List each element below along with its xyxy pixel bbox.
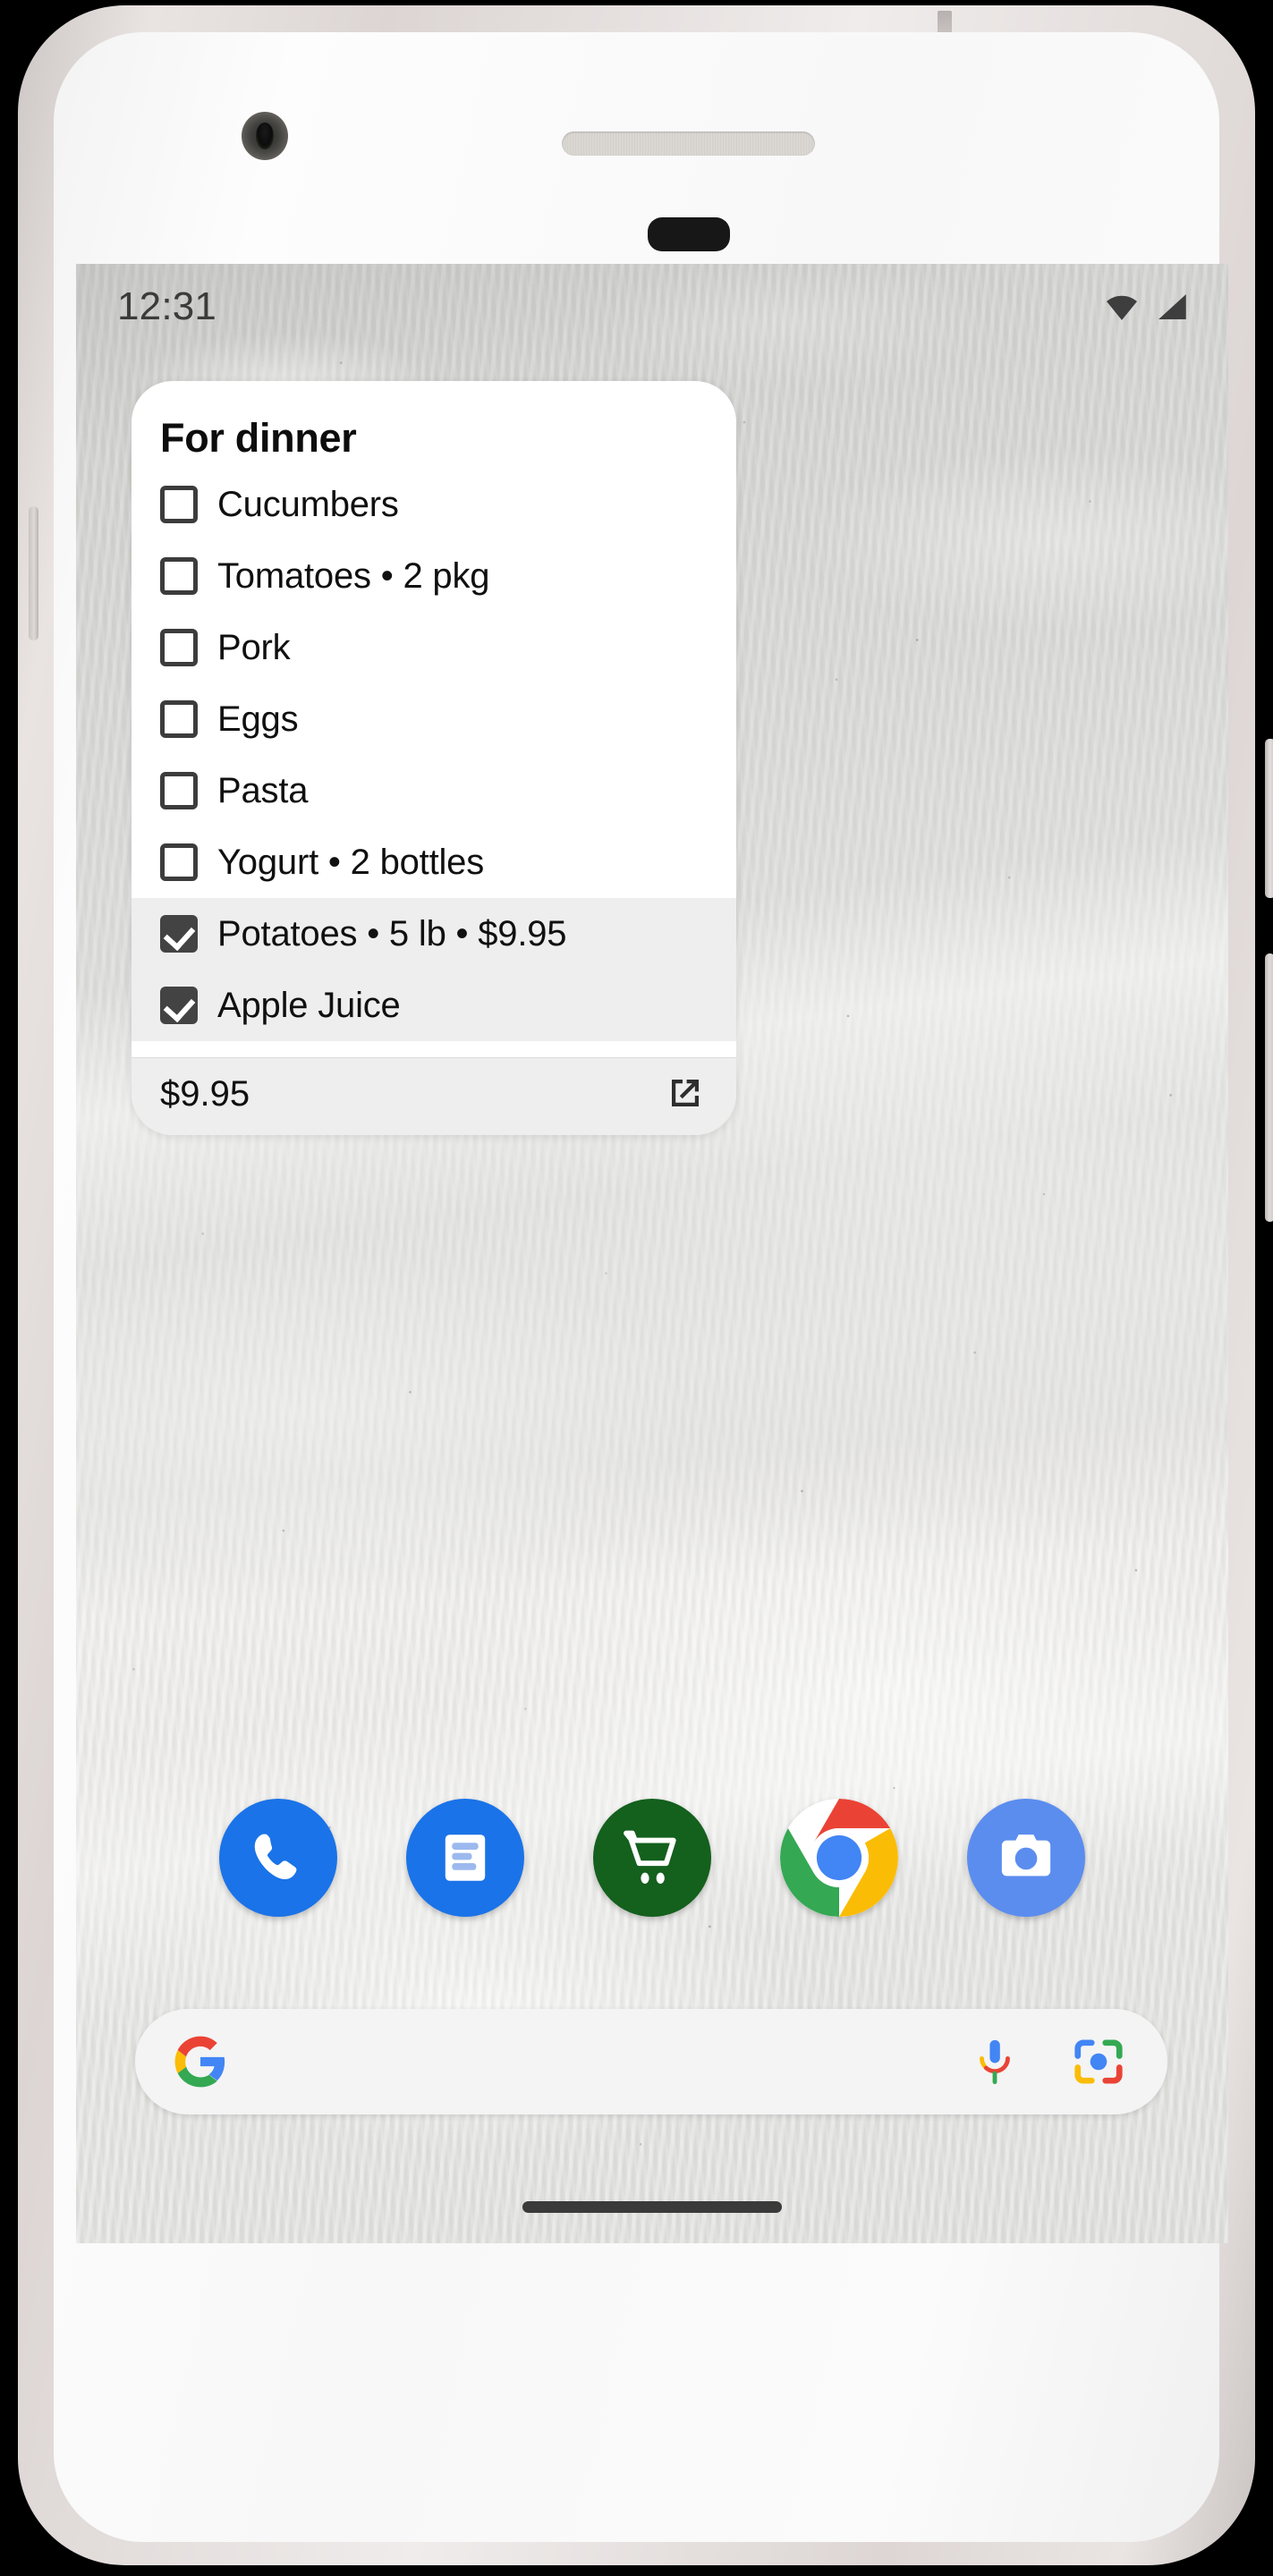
list-item[interactable]: Cucumbers [132,469,736,540]
front-camera-icon [242,112,288,160]
proximity-sensor [648,217,730,251]
home-gesture-bar[interactable] [522,2201,782,2213]
checkbox-unchecked-icon[interactable] [160,772,198,809]
list-item-label: Pasta [217,771,309,810]
app-dock [76,1799,1228,1917]
checkbox-checked-icon[interactable] [160,915,198,953]
chrome-app[interactable] [780,1799,898,1917]
camera-app[interactable] [967,1799,1085,1917]
phone-frame: 12:31 For dinner Cucumbers Tomatoes • 2 … [18,5,1273,2565]
list-item[interactable]: Pork [132,612,736,683]
widget-title: For dinner [160,415,357,461]
checkbox-unchecked-icon[interactable] [160,486,198,523]
cellular-signal-icon [1158,294,1186,319]
list-item-label: Tomatoes • 2 pkg [217,556,490,596]
list-item-label: Cucumbers [217,485,399,524]
camera-icon [1001,1835,1051,1877]
shopping-list: Cucumbers Tomatoes • 2 pkg Pork Eggs Pas… [132,469,736,1041]
status-clock: 12:31 [117,284,217,328]
widget-footer: $9.95 [132,1058,736,1135]
earpiece-speaker [562,131,815,156]
google-g-icon [174,2036,225,2088]
phone-app[interactable] [219,1799,337,1917]
list-item-label: Potatoes • 5 lb • $9.95 [217,914,567,953]
status-icons [1103,288,1191,326]
widget-total-price: $9.95 [160,1073,250,1114]
checkbox-checked-icon[interactable] [160,987,198,1024]
messages-app[interactable] [406,1799,524,1917]
checkbox-unchecked-icon[interactable] [160,700,198,738]
list-item-label: Pork [217,628,291,667]
microphone-icon[interactable] [969,2036,1021,2088]
shopping-app[interactable] [593,1799,711,1917]
left-side-button[interactable] [29,506,38,640]
open-in-new-button[interactable] [663,1072,706,1115]
status-bar: 12:31 [76,264,1228,350]
list-item[interactable]: Pasta [132,755,736,826]
messages-icon [445,1835,486,1881]
shopping-list-widget[interactable]: For dinner Cucumbers Tomatoes • 2 pkg Po… [132,381,736,1135]
checkbox-unchecked-icon[interactable] [160,557,198,595]
checkbox-unchecked-icon[interactable] [160,629,198,666]
power-button[interactable] [1265,739,1273,898]
list-item-label: Yogurt • 2 bottles [217,843,485,882]
list-item-label: Apple Juice [217,986,401,1025]
google-search-bar[interactable] [135,2009,1167,2114]
list-item-label: Eggs [217,699,299,739]
google-lens-icon[interactable] [1071,2034,1126,2089]
screenshot-root: 12:31 For dinner Cucumbers Tomatoes • 2 … [0,0,1273,2576]
open-in-new-icon [672,1080,699,1106]
volume-button[interactable] [1265,953,1273,1222]
wifi-icon [1107,295,1137,320]
search-actions [969,2034,1126,2089]
chrome-icon [780,1799,898,1917]
phone-screen: 12:31 For dinner Cucumbers Tomatoes • 2 … [76,264,1228,2243]
shopping-cart-icon [624,1830,676,1884]
checkbox-unchecked-icon[interactable] [160,843,198,881]
list-item[interactable]: Yogurt • 2 bottles [132,826,736,898]
phone-icon [254,1834,297,1879]
list-item[interactable]: Eggs [132,683,736,755]
list-item[interactable]: Apple Juice [132,970,736,1041]
list-item[interactable]: Tomatoes • 2 pkg [132,540,736,612]
list-item[interactable]: Potatoes • 5 lb • $9.95 [132,898,736,970]
